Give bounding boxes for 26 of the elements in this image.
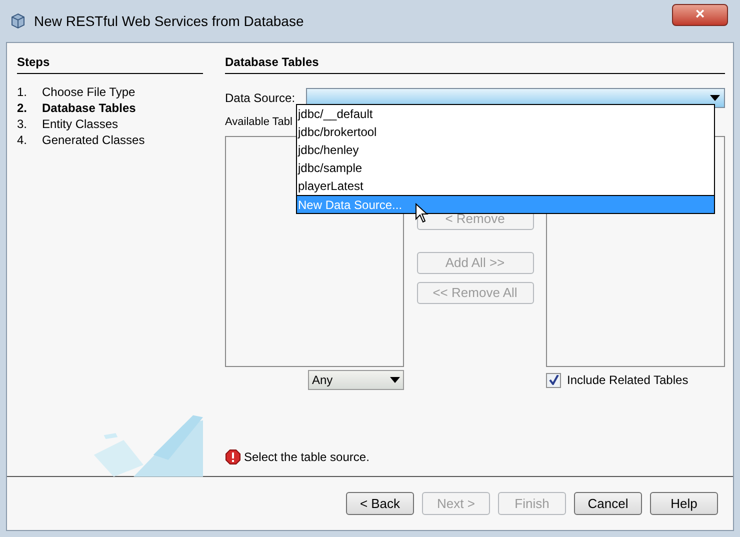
dropdown-item[interactable]: jdbc/sample <box>297 159 714 177</box>
filter-combo[interactable]: Any <box>308 370 404 390</box>
window-title: New RESTful Web Services from Database <box>34 12 304 30</box>
caret-icon <box>710 95 720 101</box>
dialog-button[interactable]: Help <box>650 492 718 515</box>
dropdown-item[interactable]: jdbc/__default <box>297 105 714 123</box>
dialog-button[interactable]: Cancel <box>574 492 642 515</box>
field-label: Data Source: <box>225 90 296 107</box>
field-label: Available Tabl <box>225 115 292 130</box>
dropdown-item[interactable]: jdbc/brokertool <box>297 123 714 141</box>
dropdown-item[interactable]: jdbc/henley <box>297 141 714 159</box>
checkbox-label: Include Related Tables <box>567 372 688 389</box>
step-item: 2. Database Tables <box>17 100 137 116</box>
dropdown-item[interactable]: playerLatest <box>297 177 714 195</box>
checkbox[interactable] <box>546 372 561 388</box>
error-icon <box>225 449 241 465</box>
error-message: Select the table source. <box>244 449 370 466</box>
steps-heading: Steps <box>17 53 203 74</box>
panel-heading: Database Tables <box>225 53 725 74</box>
cube-icon <box>10 13 26 29</box>
check-icon <box>548 375 558 385</box>
step-item: 1. Choose File Type <box>17 84 136 100</box>
dialog-button[interactable]: < Back <box>346 492 414 515</box>
caret-icon <box>390 377 400 383</box>
step-item: 3. Entity Classes <box>17 116 120 132</box>
step-item: 4. Generated Classes <box>17 132 146 148</box>
